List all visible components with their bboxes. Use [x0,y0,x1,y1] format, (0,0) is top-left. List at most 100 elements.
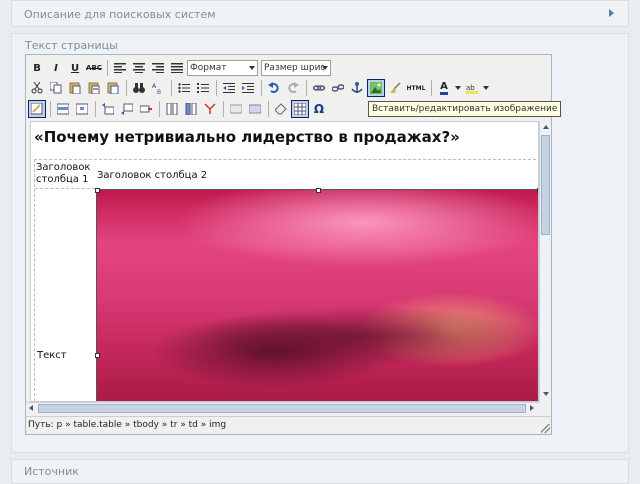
element-path-statusbar: Путь: p » table.table » tbody » tr » td … [26,416,551,432]
paste-text-button[interactable] [85,79,103,97]
background-color-button[interactable]: ab [463,79,481,97]
align-left-button[interactable] [111,59,129,77]
visual-aid-button[interactable] [28,100,46,118]
highlight-icon: ab [466,84,478,94]
undo-button[interactable] [265,79,283,97]
font-color-button[interactable]: A [435,79,453,97]
insert-col-after-button[interactable] [182,100,200,118]
table-cell-props-button[interactable] [73,100,91,118]
editor-content-area[interactable]: «Почему нетривиально лидерство в продажа… [30,121,539,402]
justify-icon [171,63,183,73]
underline-button[interactable]: U [66,59,84,77]
chevron-down-icon [322,66,328,70]
copy-button[interactable] [47,79,65,97]
content-table[interactable]: Заголовок столбца 1 Заголовок столбца 2 … [34,159,538,401]
fontsize-select[interactable]: Размер шрифта [261,60,331,76]
separator [306,80,307,96]
unlink-button[interactable] [329,79,347,97]
insert-row-before-button[interactable] [99,100,117,118]
scroll-left-icon[interactable] [29,405,33,411]
separator [223,101,224,117]
content-heading: «Почему нетривиально лидерство в продажа… [34,128,460,146]
redo-button[interactable] [284,79,302,97]
redo-icon [288,82,299,93]
expand-arrow-icon[interactable] [609,9,614,17]
align-right-button[interactable] [149,59,167,77]
table-header-1[interactable]: Заголовок столбца 1 [36,162,93,186]
table-button[interactable] [291,100,309,118]
resize-handle[interactable] [316,188,321,193]
table-row-props-button[interactable] [54,100,72,118]
source-section-title: Источник [24,465,79,478]
merge-cells-button[interactable] [246,100,264,118]
scroll-right-icon[interactable] [530,405,534,411]
align-right-icon [152,63,164,73]
split-cells-button[interactable] [227,100,245,118]
separator [261,80,262,96]
numbered-list-button[interactable] [194,79,212,97]
table-cell-1[interactable]: Текст [37,350,67,361]
svg-text:ab: ab [466,84,475,92]
delete-col-icon [204,103,216,114]
background-color-dropdown[interactable] [482,79,490,97]
font-color-icon: A [440,81,448,95]
paste-text-icon [88,82,100,94]
insert-row-after-button[interactable] [118,100,136,118]
separator [159,101,160,117]
horizontal-scrollbar[interactable] [26,402,539,414]
html-source-button[interactable]: HTML [405,79,427,97]
vertical-scroll-thumb[interactable] [541,135,550,235]
delete-row-button[interactable] [137,100,155,118]
vertical-scrollbar[interactable] [539,121,551,402]
strikethrough-button[interactable]: ABC [85,59,103,77]
html-label: HTML [406,84,426,92]
insert-row-before-icon [102,103,114,115]
format-select[interactable]: Формат [187,60,258,76]
replace-button[interactable]: AB [149,79,167,97]
align-center-button[interactable] [130,59,148,77]
justify-button[interactable] [168,59,186,77]
anchor-button[interactable] [348,79,366,97]
chevron-down-icon [455,86,461,90]
insert-image-button[interactable] [367,79,385,97]
separator [268,101,269,117]
fontsize-select-value: Размер шрифта [264,63,324,73]
numbered-list-icon [197,83,209,93]
italic-button[interactable]: I [47,59,65,77]
insert-row-after-icon [121,103,133,115]
eraser-button[interactable] [272,100,290,118]
cleanup-button[interactable] [386,79,404,97]
font-color-dropdown[interactable] [454,79,462,97]
copy-icon [50,82,62,94]
special-char-button[interactable]: Ω [310,100,328,118]
find-button[interactable] [130,79,148,97]
insert-col-before-button[interactable] [163,100,181,118]
horizontal-scroll-thumb[interactable] [38,404,526,413]
indent-icon [242,83,254,93]
paste-button[interactable] [66,79,84,97]
scroll-up-icon[interactable] [543,125,549,129]
seo-section-header[interactable]: Описание для поисковых систем [11,0,629,27]
resize-handle[interactable] [95,188,100,193]
insert-col-before-icon [166,103,178,115]
resize-handle[interactable] [95,353,100,358]
sunset-image[interactable] [96,189,538,401]
resize-grip-icon[interactable] [541,424,550,433]
table-header-2[interactable]: Заголовок столбца 2 [97,170,207,181]
cut-button[interactable] [28,79,46,97]
delete-col-button[interactable] [201,100,219,118]
visual-aid-icon [31,103,43,115]
paste-word-button[interactable] [104,79,122,97]
broom-icon [390,82,401,93]
underline-label: U [70,62,80,74]
scroll-down-icon[interactable] [543,392,549,396]
bold-button[interactable]: B [28,59,46,77]
bullet-list-button[interactable] [175,79,193,97]
link-button[interactable] [310,79,328,97]
outdent-button[interactable] [220,79,238,97]
chevron-down-icon [483,86,489,90]
eraser-icon [275,103,287,115]
binoculars-icon [133,83,145,93]
indent-button[interactable] [239,79,257,97]
source-section-header[interactable]: Источник [11,459,629,484]
